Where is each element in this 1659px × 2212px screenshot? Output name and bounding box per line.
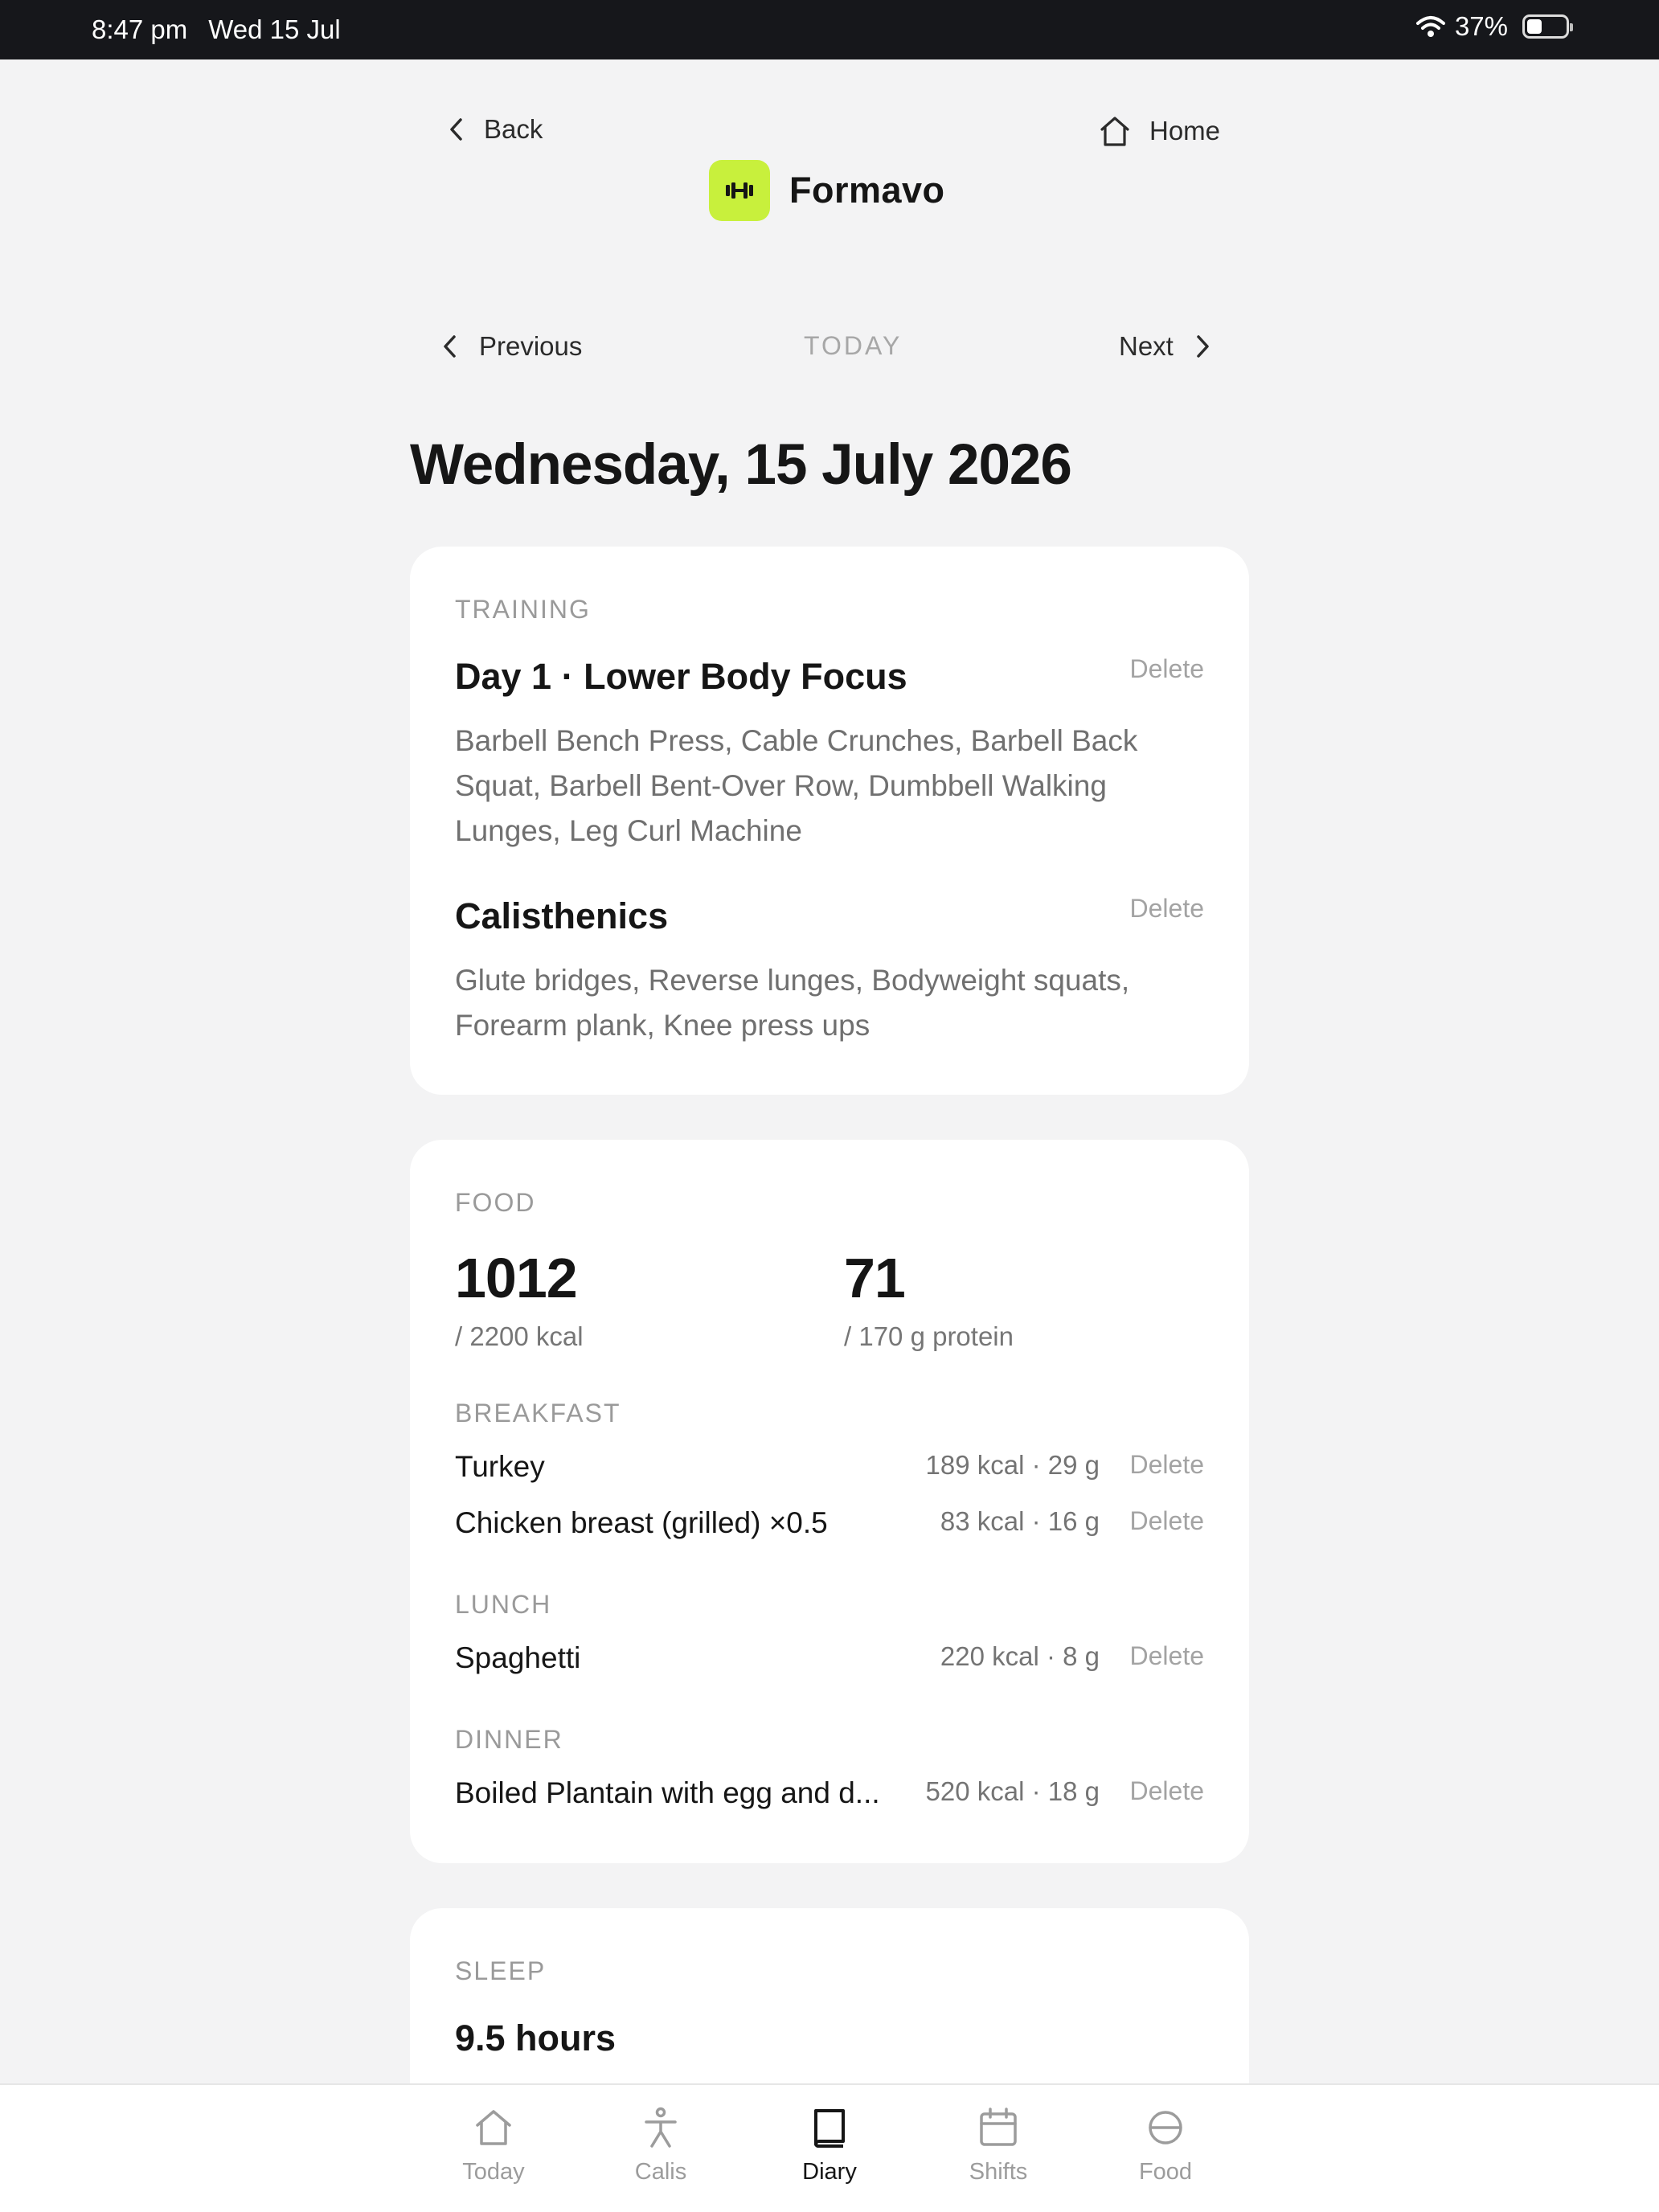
tab-shifts[interactable]: Shifts bbox=[934, 2106, 1063, 2185]
tab-label: Today bbox=[462, 2159, 525, 2185]
home-icon bbox=[476, 2110, 511, 2145]
delete-food-button[interactable]: Delete bbox=[1130, 1506, 1205, 1536]
delete-food-button[interactable]: Delete bbox=[1130, 1776, 1205, 1806]
chevron-right-icon bbox=[1197, 335, 1209, 358]
status-bar: 8:47 pm Wed 15 Jul 37% bbox=[0, 0, 1659, 59]
food-item-macros: 220 kcal · 8 g bbox=[940, 1641, 1100, 1671]
food-section-label: FOOD bbox=[455, 1188, 536, 1217]
delete-food-button[interactable]: Delete bbox=[1130, 1450, 1205, 1480]
kcal-target: / 2200 kcal bbox=[455, 1321, 584, 1351]
person-icon bbox=[645, 2107, 677, 2148]
home-label: Home bbox=[1149, 116, 1221, 145]
tab-label: Shifts bbox=[969, 2159, 1028, 2185]
dumbbell-icon bbox=[709, 160, 770, 221]
food-item-macros: 520 kcal · 18 g bbox=[925, 1776, 1100, 1806]
food-item: Boiled Plantain with egg and d... 520 kc… bbox=[455, 1776, 1204, 1817]
meal-label-breakfast: BREAKFAST bbox=[455, 1399, 621, 1428]
calisthenics-entry-exercises: Glute bridges, Reverse lunges, Bodyweigh… bbox=[455, 964, 1130, 1042]
food-item-macros: 83 kcal · 16 g bbox=[940, 1506, 1100, 1536]
previous-label: Previous bbox=[479, 331, 583, 361]
next-day-button[interactable]: Next bbox=[1119, 331, 1212, 362]
kcal-value: 1012 bbox=[455, 1247, 578, 1309]
tab-bar: Today Calis Diary Shifts Food bbox=[0, 2083, 1659, 2212]
back-button[interactable]: Back bbox=[447, 114, 543, 145]
food-item-macros: 189 kcal · 29 g bbox=[925, 1450, 1100, 1480]
food-icon bbox=[1149, 2111, 1182, 2144]
tab-label: Food bbox=[1138, 2159, 1193, 2185]
delete-food-button[interactable]: Delete bbox=[1130, 1641, 1205, 1671]
food-item: Spaghetti 220 kcal · 8 g Delete bbox=[455, 1641, 1204, 1682]
brand: Formavo bbox=[709, 160, 945, 221]
tab-label: Calis bbox=[634, 2159, 687, 2185]
today-button[interactable]: TODAY bbox=[804, 331, 902, 361]
calendar-icon bbox=[980, 2108, 1017, 2146]
training-card: TRAINING Day 1 · Lower Body Focus Delete… bbox=[410, 547, 1249, 1095]
day-navigation: Previous TODAY Next bbox=[0, 331, 1659, 379]
status-date: Wed 15 Jul bbox=[208, 14, 341, 44]
food-item-name: Spaghetti bbox=[455, 1641, 581, 1674]
protein-target: / 170 g protein bbox=[844, 1321, 1014, 1351]
back-label: Back bbox=[484, 114, 543, 144]
chevron-left-icon bbox=[450, 118, 462, 141]
next-label: Next bbox=[1119, 331, 1174, 361]
food-item: Turkey 189 kcal · 29 g Delete bbox=[455, 1450, 1204, 1490]
tab-today[interactable]: Today bbox=[429, 2106, 558, 2185]
battery-icon bbox=[1522, 14, 1573, 39]
battery-percent: 37% bbox=[1454, 11, 1508, 41]
status-time: 8:47 pm bbox=[92, 14, 188, 44]
food-card: FOOD 1012 / 2200 kcal 71 / 170 g protein… bbox=[410, 1140, 1249, 1863]
food-item-name: Boiled Plantain with egg and d... bbox=[455, 1776, 880, 1809]
diary-page: 8:47 pm Wed 15 Jul 37% Back Formavo Home… bbox=[0, 0, 1659, 2212]
book-icon bbox=[814, 2109, 845, 2149]
brand-name: Formavo bbox=[789, 170, 945, 211]
page-title: Wednesday, 15 July 2026 bbox=[410, 433, 1072, 497]
food-item-name: Chicken breast (grilled) ×0.5 bbox=[455, 1506, 828, 1539]
tab-diary[interactable]: Diary bbox=[765, 2106, 894, 2185]
training-section-label: TRAINING bbox=[455, 595, 591, 624]
sleep-section-label: SLEEP bbox=[455, 1956, 547, 1985]
training-entry-title: Day 1 · Lower Body Focus bbox=[455, 656, 907, 697]
tab-label: Diary bbox=[802, 2159, 857, 2185]
meal-label-dinner: DINNER bbox=[455, 1725, 563, 1754]
protein-value: 71 bbox=[844, 1247, 906, 1309]
training-entry-exercises: Barbell Bench Press, Cable Crunches, Bar… bbox=[455, 724, 1138, 847]
delete-calisthenics-button[interactable]: Delete bbox=[1130, 894, 1205, 924]
wifi-icon bbox=[1415, 16, 1445, 37]
food-item: Chicken breast (grilled) ×0.5 83 kcal · … bbox=[455, 1506, 1204, 1546]
home-icon bbox=[1100, 117, 1129, 146]
meal-label-lunch: LUNCH bbox=[455, 1590, 552, 1619]
chevron-left-icon bbox=[444, 335, 456, 358]
sleep-value: 9.5 hours bbox=[455, 2017, 616, 2058]
food-item-name: Turkey bbox=[455, 1450, 545, 1483]
previous-day-button[interactable]: Previous bbox=[440, 331, 582, 362]
home-button[interactable]: Home bbox=[1098, 114, 1220, 148]
calisthenics-entry-title: Calisthenics bbox=[455, 895, 669, 936]
tab-calis[interactable]: Calis bbox=[596, 2106, 725, 2185]
tab-food[interactable]: Food bbox=[1101, 2106, 1230, 2185]
delete-training-button[interactable]: Delete bbox=[1130, 654, 1205, 684]
